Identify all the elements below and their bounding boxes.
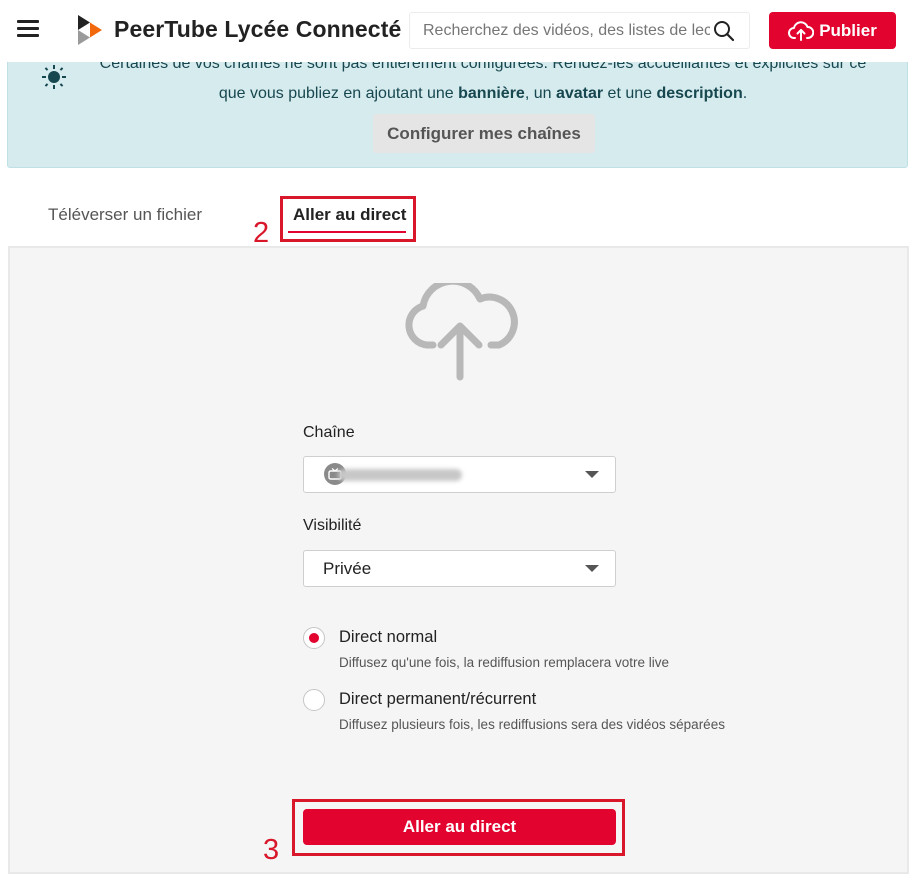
annotation-number-2: 2: [253, 217, 270, 249]
publish-label: Publier: [819, 20, 877, 40]
normal-live-description: Diffusez qu'une fois, la rediffusion rem…: [339, 655, 669, 670]
chevron-down-icon: [585, 565, 599, 572]
menu-icon[interactable]: [17, 20, 39, 38]
normal-live-label[interactable]: Direct normal: [339, 628, 437, 647]
visibility-value: Privée: [323, 559, 372, 578]
search-icon[interactable]: [713, 20, 735, 42]
avatar-keyword: avatar: [555, 85, 604, 102]
channel-name-blurred: [338, 469, 462, 481]
tab-upload-file[interactable]: Téléverser un fichier: [48, 205, 202, 225]
visibility-select[interactable]: Privée: [303, 550, 616, 587]
go-live-panel: Chaîne Visibilité Privée Direct normal D…: [8, 246, 909, 874]
permanent-live-label[interactable]: Direct permanent/récurrent: [339, 690, 536, 709]
alert-text-sep1: , un: [524, 85, 556, 102]
banner-keyword: bannière: [458, 85, 525, 102]
channel-select[interactable]: [303, 456, 616, 493]
cloud-upload-icon: [788, 20, 815, 41]
alert-text-suffix: .: [742, 85, 748, 102]
search-box: [409, 12, 750, 49]
chevron-down-icon: [585, 471, 599, 478]
annotation-number-3: 3: [263, 834, 280, 866]
visibility-label: Visibilité: [303, 517, 362, 534]
top-header: PeerTube Lycée Connecté Publier: [0, 0, 919, 62]
channel-label: Chaîne: [303, 424, 355, 441]
alert-text-sep2: et une: [603, 85, 657, 102]
publish-button[interactable]: Publier: [769, 12, 896, 49]
sun-icon: [42, 65, 66, 89]
annotation-box-2: [280, 196, 416, 242]
search-input[interactable]: [410, 13, 710, 48]
configure-channels-button[interactable]: Configurer mes chaînes: [373, 114, 595, 153]
brand-title[interactable]: PeerTube Lycée Connecté: [114, 16, 401, 43]
cloud-upload-icon: [405, 283, 518, 381]
peertube-logo[interactable]: [76, 15, 102, 45]
radio-normal-live[interactable]: [303, 627, 325, 649]
permanent-live-description: Diffusez plusieurs fois, les rediffusion…: [339, 717, 725, 732]
description-keyword: description: [656, 85, 743, 102]
radio-permanent-live[interactable]: [303, 689, 325, 711]
annotation-box-3: [292, 799, 625, 856]
alert-line-2: que vous publiez en ajoutant une bannièr…: [219, 85, 747, 102]
alert-text-prefix: que vous publiez en ajoutant une: [218, 85, 459, 102]
